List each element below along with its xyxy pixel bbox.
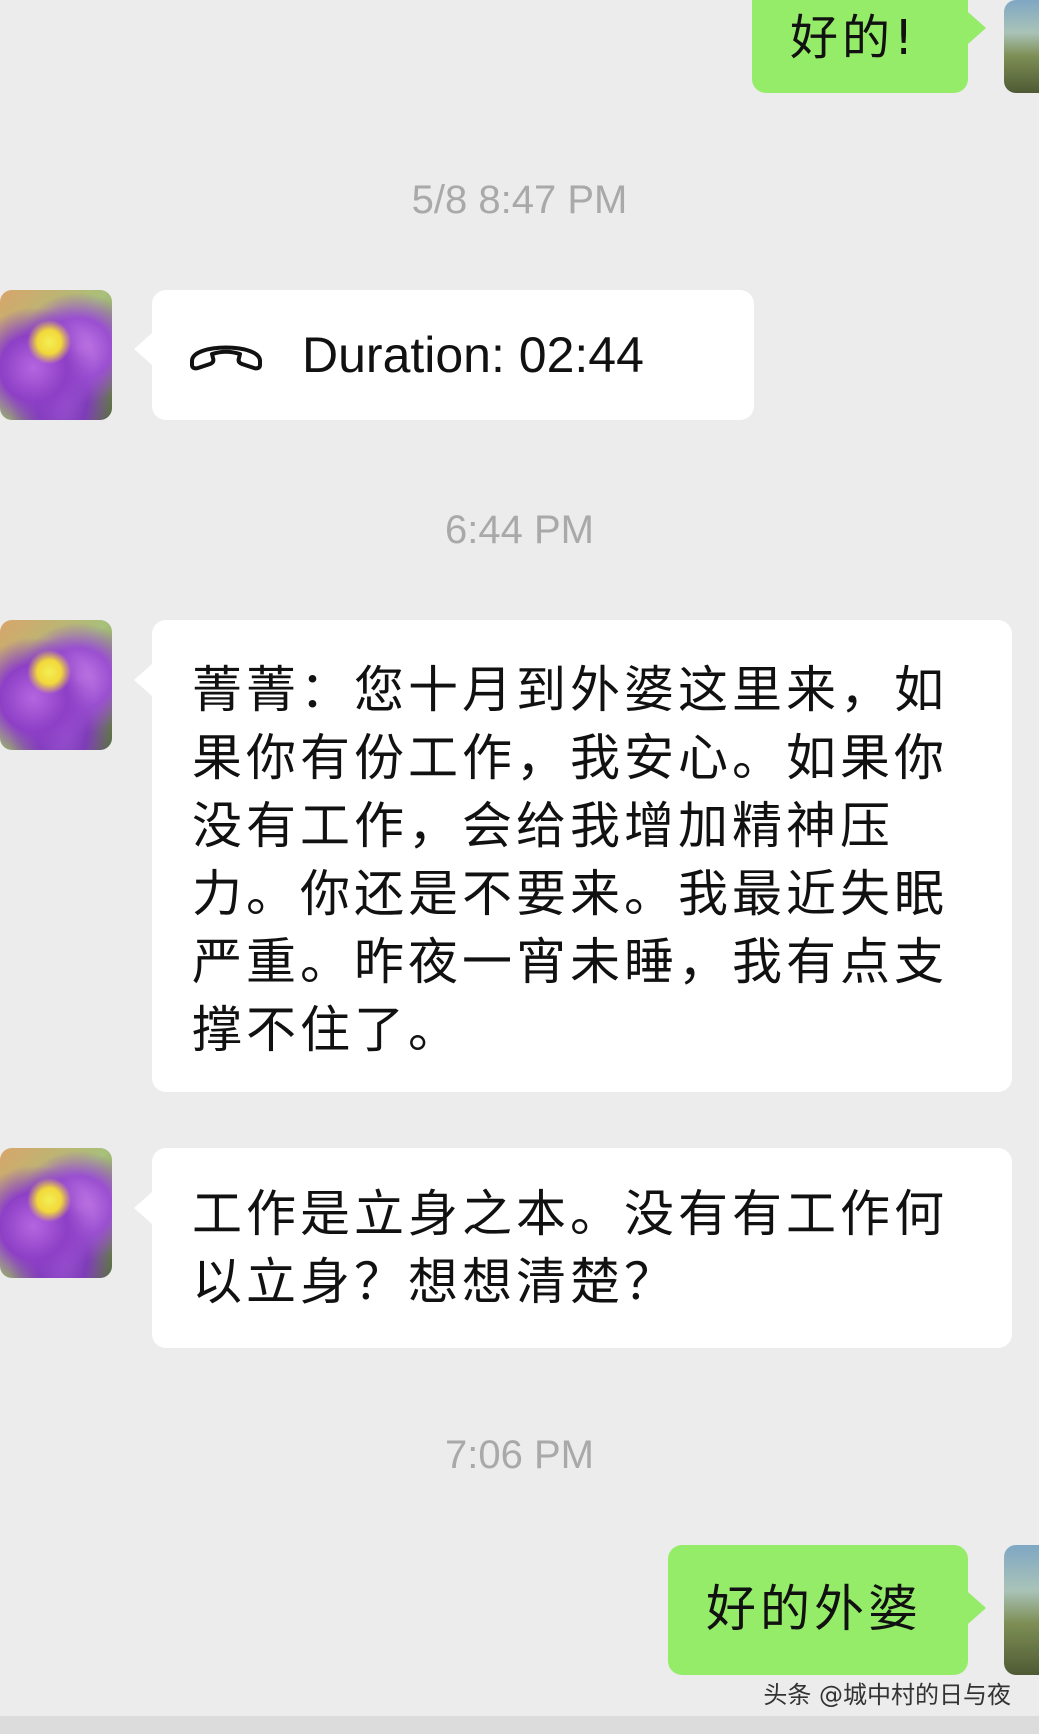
incoming-bubble-3[interactable]: 工作是立身之本。没有有工作何以立身？想想清楚？ [152, 1148, 1012, 1348]
outgoing-message-1-text: 好的! [790, 10, 918, 66]
outgoing-bubble-4-tail [968, 1592, 986, 1624]
contact-avatar-1[interactable] [0, 290, 112, 420]
call-record-bubble[interactable]: Duration: 02:44 [152, 290, 754, 420]
phone-handset-icon [186, 333, 302, 377]
incoming-bubble-2[interactable]: 菁菁：您十月到外婆这里来，如果你有份工作，我安心。如果你没有工作，会给我增加精神… [152, 620, 1012, 1092]
my-avatar-2[interactable] [1004, 1545, 1039, 1675]
outgoing-bubble-1[interactable]: 好的! [752, 0, 968, 93]
bottom-bar [0, 1716, 1039, 1734]
watermark: 头条 @城中村的日与夜 [763, 1681, 1011, 1709]
incoming-message-2-text: 菁菁：您十月到外婆这里来，如果你有份工作，我安心。如果你没有工作，会给我增加精神… [192, 661, 948, 1059]
timestamp-1: 5/8 8:47 PM [411, 178, 628, 222]
contact-avatar-3[interactable] [0, 1148, 112, 1278]
incoming-bubble-3-tail [134, 1192, 152, 1224]
outgoing-bubble-4[interactable]: 好的外婆 [668, 1545, 968, 1675]
incoming-bubble-2-tail [134, 664, 152, 696]
incoming-message-3-text: 工作是立身之本。没有有工作何以立身？想想清楚？ [192, 1185, 948, 1311]
timestamp-2: 6:44 PM [445, 508, 594, 552]
contact-avatar-2[interactable] [0, 620, 112, 750]
call-bubble-tail [134, 333, 152, 365]
my-avatar[interactable] [1004, 0, 1039, 93]
outgoing-bubble-1-tail [968, 12, 986, 44]
outgoing-message-4-text: 好的外婆 [706, 1580, 922, 1638]
call-duration-label: Duration: 02:44 [302, 327, 644, 383]
timestamp-3: 7:06 PM [445, 1433, 594, 1477]
